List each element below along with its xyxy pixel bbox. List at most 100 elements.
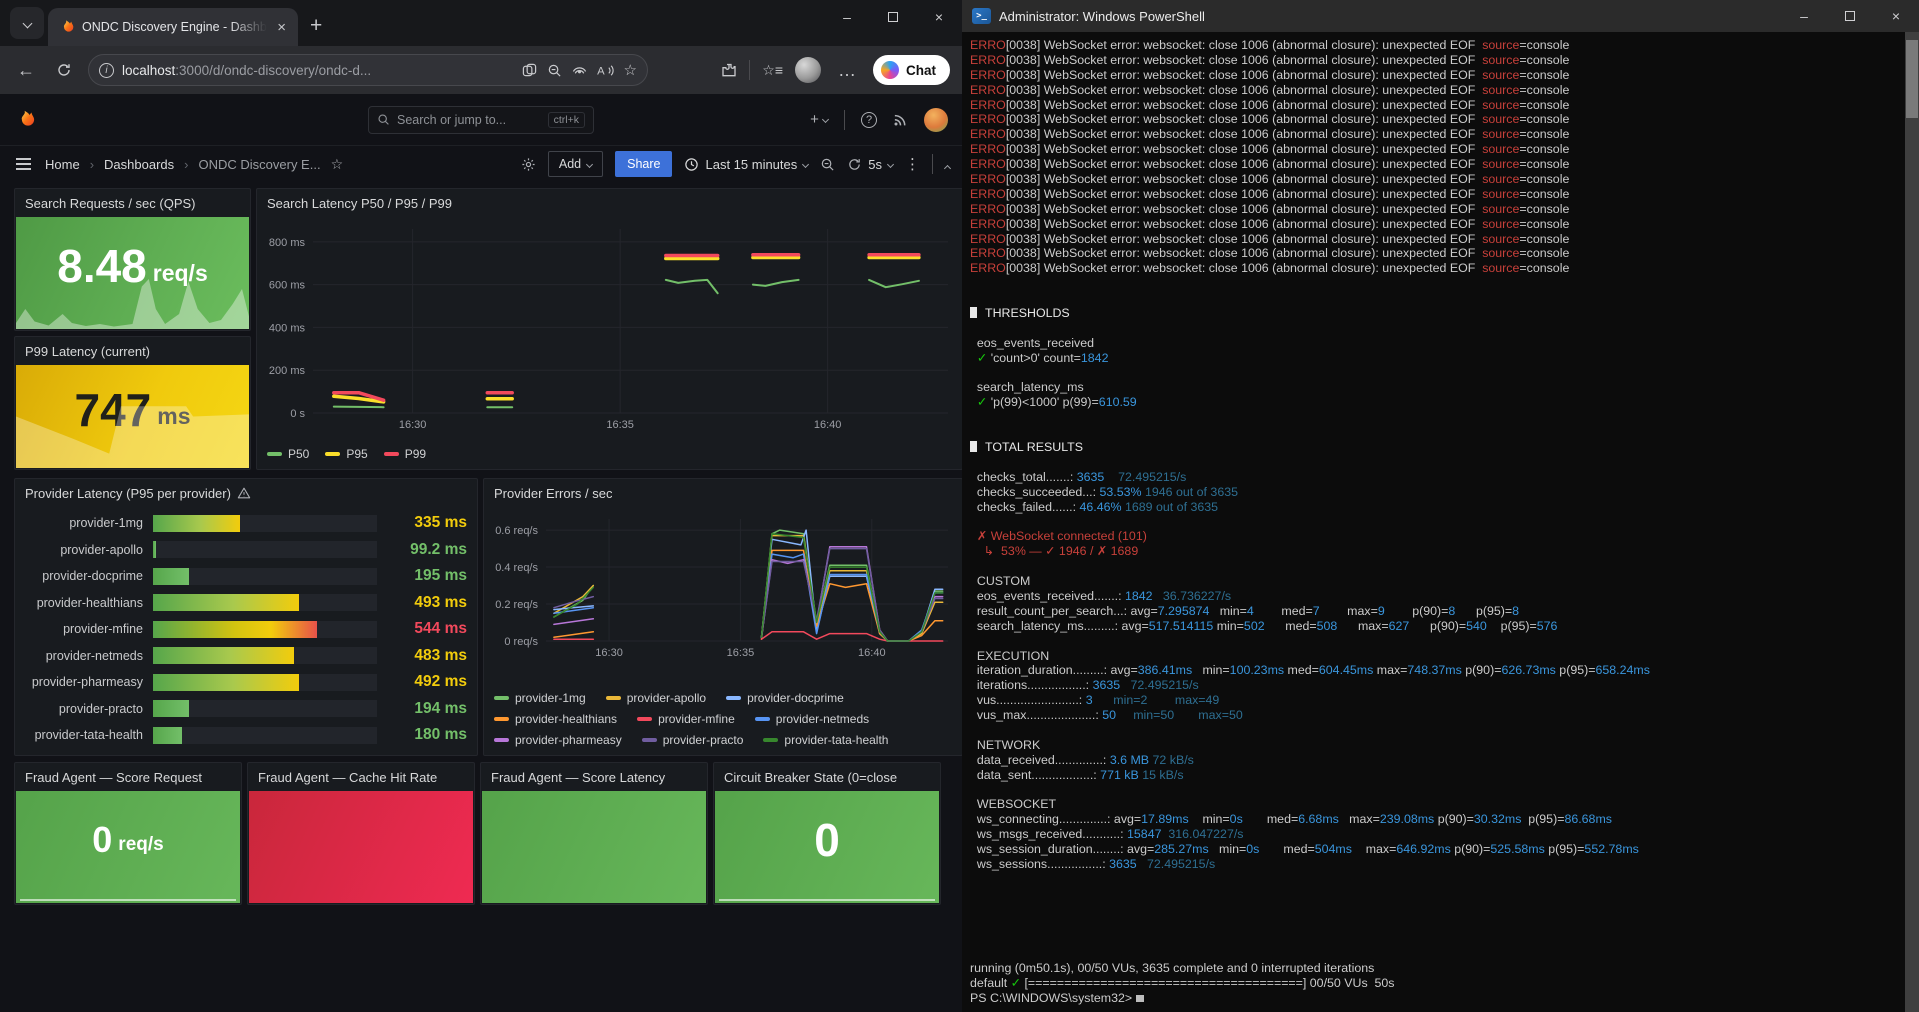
provider-value: 493 ms (377, 594, 467, 612)
legend-item[interactable]: provider-pharmeasy (494, 733, 622, 747)
refresh-icon[interactable] (50, 62, 78, 78)
zoom-out-time-icon[interactable] (820, 157, 835, 172)
search-placeholder: Search or jump to... (397, 113, 541, 127)
legend-item[interactable]: provider-healthians (494, 712, 617, 726)
new-menu-button[interactable]: + (810, 111, 828, 128)
warning-icon[interactable] (237, 486, 251, 500)
legend-item[interactable]: P50 (267, 447, 309, 461)
provider-name: provider-docprime (25, 569, 153, 583)
add-button[interactable]: Add (548, 151, 603, 177)
legend-item[interactable]: provider-practo (642, 733, 744, 747)
url-text[interactable]: localhost:3000/d/ondc-discovery/ondc-d..… (122, 63, 514, 78)
new-tab-button[interactable]: + (310, 14, 322, 38)
panel-fraud-score-latency: Fraud Agent — Score Latency (480, 762, 708, 905)
grafana-user-avatar[interactable] (924, 108, 948, 132)
read-aloud-icon[interactable]: A (597, 63, 614, 78)
favorite-dashboard-icon[interactable]: ☆ (331, 156, 344, 173)
legend-item[interactable]: provider-apollo (606, 691, 706, 705)
grafana-nav-bar: Search or jump to... ctrl+k + ? (0, 94, 962, 146)
latency-chart: 0 s200 ms400 ms600 ms800 ms16:3016:3516:… (261, 219, 958, 433)
zoom-out-icon[interactable] (547, 63, 562, 78)
panel-title[interactable]: Provider Errors / sec (494, 486, 612, 501)
panel-title[interactable]: Search Latency P50 / P95 / P99 (267, 196, 452, 211)
split-screen-icon[interactable] (522, 63, 537, 78)
dashboard-canvas: Search Requests / sec (QPS) 8.48req/s P9… (0, 182, 962, 1012)
provider-bar-fill (153, 674, 299, 691)
legend-item[interactable]: provider-1mg (494, 691, 586, 705)
latency-legend: P50 P95 P99 (267, 447, 426, 461)
tab-close-icon[interactable]: × (275, 19, 288, 36)
scrollbar-thumb[interactable] (1906, 40, 1918, 118)
site-info-icon[interactable]: i (99, 63, 114, 78)
dashboard-settings-icon[interactable] (521, 157, 536, 172)
address-bar[interactable]: i localhost:3000/d/ondc-discovery/ondc-d… (88, 54, 648, 86)
provider-name: provider-1mg (25, 516, 153, 530)
browser-window-controls: – × (824, 0, 962, 34)
legend-item[interactable]: P99 (384, 447, 426, 461)
panel-title[interactable]: Provider Latency (P95 per provider) (25, 486, 231, 501)
back-icon[interactable]: ← (12, 60, 40, 81)
collapse-toolbar-icon[interactable] (945, 157, 950, 172)
favorite-star-icon[interactable]: ☆ (624, 61, 637, 79)
terminal-maximize-button[interactable] (1827, 0, 1873, 32)
provider-latency-row: provider-docprime195 ms (25, 564, 467, 588)
browser-close-button[interactable]: × (916, 0, 962, 34)
provider-latency-row: provider-practo194 ms (25, 697, 467, 721)
browser-profile-avatar[interactable] (795, 57, 821, 83)
stat-value: 0req/s (16, 791, 240, 903)
panel-title[interactable]: Fraud Agent — Score Request (25, 770, 202, 785)
terminal-close-button[interactable]: × (1873, 0, 1919, 32)
legend-item[interactable]: provider-docprime (726, 691, 844, 705)
news-rss-icon[interactable] (893, 112, 908, 127)
grafana-search-input[interactable]: Search or jump to... ctrl+k (368, 106, 594, 134)
dashboard-more-icon[interactable]: ⋮ (905, 155, 920, 173)
share-button[interactable]: Share (615, 151, 672, 177)
provider-bar-track (153, 674, 377, 691)
panel-title[interactable]: Search Requests / sec (QPS) (25, 196, 196, 211)
tab-title: ONDC Discovery Engine - Dashbo (82, 20, 267, 34)
panel-title[interactable]: Fraud Agent — Score Latency (491, 770, 665, 785)
svg-text:A: A (597, 65, 605, 77)
help-icon[interactable]: ? (861, 112, 877, 128)
terminal-title-bar[interactable]: >_ Administrator: Windows PowerShell – × (962, 0, 1919, 32)
dashboard-toolbar: Home › Dashboards › ONDC Discovery E... … (0, 146, 962, 182)
breadcrumb-separator: › (184, 157, 188, 172)
browser-menu-icon[interactable]: … (833, 60, 861, 81)
refresh-picker[interactable]: 5s (847, 157, 893, 172)
svg-text:16:40: 16:40 (858, 647, 886, 659)
copilot-chat-button[interactable]: Chat (873, 55, 950, 85)
legend-item[interactable]: provider-netmeds (755, 712, 869, 726)
svg-text:600 ms: 600 ms (269, 280, 306, 292)
provider-value: 483 ms (377, 647, 467, 665)
panel-search-requests: Search Requests / sec (QPS) 8.48req/s (14, 188, 251, 331)
terminal-output[interactable]: ERRO[0038] WebSocket error: websocket: c… (962, 32, 1905, 1012)
time-range-picker[interactable]: Last 15 minutes (684, 157, 808, 172)
terminal-scrollbar[interactable] (1905, 32, 1919, 1012)
grafana-logo-icon[interactable] (14, 109, 35, 130)
provider-bar-track (153, 568, 377, 585)
panel-title[interactable]: P99 Latency (current) (25, 344, 150, 359)
favorites-bar-icon[interactable]: ☆≡ (762, 62, 783, 79)
browser-maximize-button[interactable] (870, 0, 916, 34)
provider-bar-track (153, 647, 377, 664)
svg-text:16:35: 16:35 (606, 419, 634, 431)
provider-bar-fill (153, 541, 156, 558)
breadcrumb-home[interactable]: Home (45, 157, 80, 172)
svg-text:16:30: 16:30 (595, 647, 623, 659)
panel-title[interactable]: Fraud Agent — Cache Hit Rate (258, 770, 437, 785)
terminal-minimize-button[interactable]: – (1781, 0, 1827, 32)
legend-item[interactable]: provider-mfine (637, 712, 735, 726)
panel-title[interactable]: Circuit Breaker State (0=close (724, 770, 897, 785)
screen: ONDC Discovery Engine - Dashbo × + – × ←… (0, 0, 1919, 1012)
browser-tab[interactable]: ONDC Discovery Engine - Dashbo × (48, 8, 298, 46)
legend-item[interactable]: provider-tata-health (763, 733, 888, 747)
extensions-icon[interactable] (721, 62, 737, 78)
svg-text:0 req/s: 0 req/s (504, 636, 538, 648)
browser-minimize-button[interactable]: – (824, 0, 870, 34)
tab-search-button[interactable] (10, 7, 44, 39)
provider-bar-fill (153, 568, 189, 585)
tracking-prevention-icon[interactable] (572, 63, 587, 78)
menu-toggle-icon[interactable] (16, 163, 31, 165)
legend-item[interactable]: P95 (325, 447, 367, 461)
breadcrumb-dashboards[interactable]: Dashboards (104, 157, 174, 172)
